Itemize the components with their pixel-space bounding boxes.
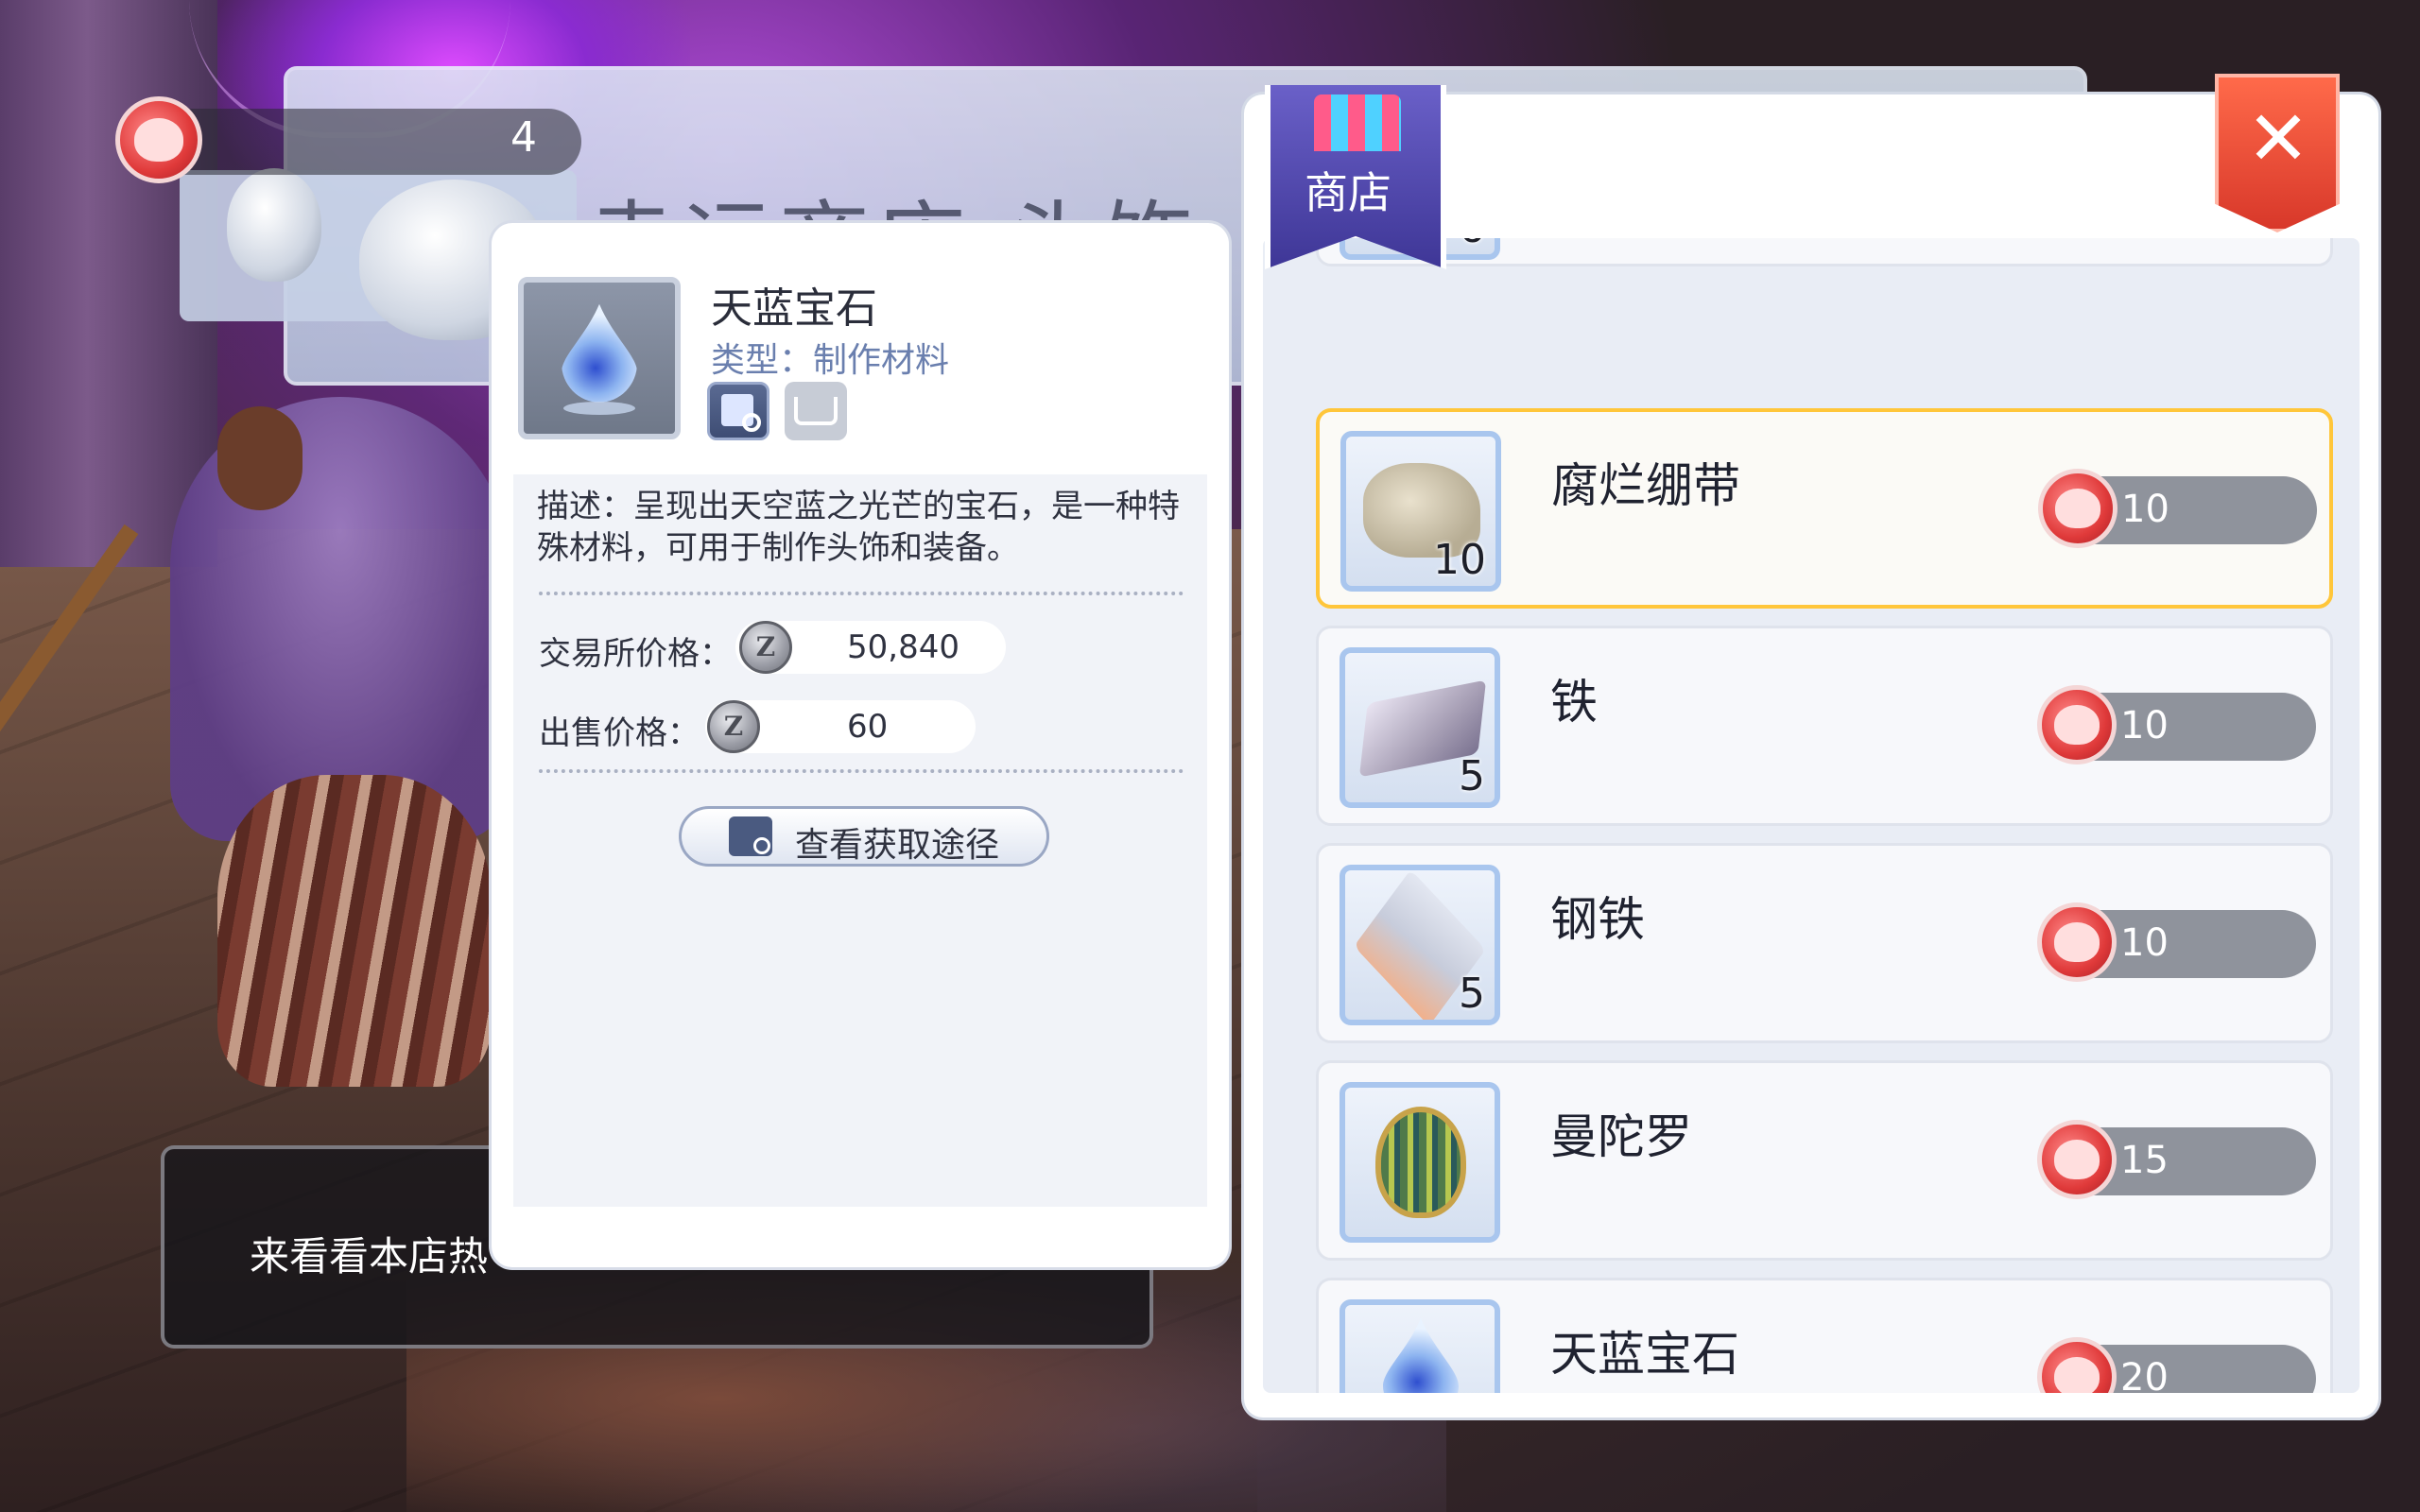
sky-blue-gem-icon: [518, 277, 681, 439]
item-price: 10: [2120, 921, 2169, 965]
shop-item-rotten-bandage[interactable]: 10 腐烂绷带 10: [1316, 408, 2333, 609]
shop-tag-label: 商店: [1305, 167, 1392, 218]
divider: [539, 769, 1184, 773]
zeny-icon: [739, 621, 792, 674]
poring-coin-icon: [2037, 1120, 2117, 1199]
player-character-fur: [217, 775, 492, 1087]
item-price: 20: [2120, 1356, 2169, 1393]
item-price: 10: [2120, 704, 2169, 747]
list-item[interactable]: 6: [1316, 238, 2333, 266]
exchange-price-value: 50,840: [847, 628, 959, 666]
source-icon: [729, 816, 772, 856]
item-name: 曼陀罗: [1550, 1109, 1692, 1164]
item-description: 描述：呈现出天空蓝之光芒的宝石，是一种特殊材料，可用于制作头饰和装备。: [537, 488, 1180, 567]
poring-coin-icon: [115, 96, 202, 183]
shop-item-list[interactable]: 6 10 腐烂绷带 10 5 铁 10 5: [1263, 238, 2360, 1393]
shop-item-mandrake[interactable]: 曼陀罗 15: [1316, 1060, 2333, 1261]
item-name: 铁: [1550, 675, 1598, 730]
item-slot: [1340, 1299, 1500, 1393]
item-name: 天蓝宝石: [711, 284, 877, 333]
item-slot: 10: [1340, 431, 1501, 592]
currency-count: 4: [510, 113, 537, 162]
mandrake-icon: [1375, 1107, 1466, 1218]
item-name: 天蓝宝石: [1550, 1327, 1739, 1382]
item-type: 类型：制作材料: [711, 341, 950, 380]
item-quantity: 6: [1459, 238, 1485, 252]
pot-icon: [227, 168, 321, 282]
item-price: 10: [2121, 488, 2169, 531]
source-icon[interactable]: [707, 382, 769, 440]
shop-stall-icon: [1314, 94, 1401, 151]
poring-coin-icon: [2037, 902, 2117, 982]
sky-blue-gem-icon: [1383, 1318, 1459, 1393]
item-slot: [1340, 1082, 1500, 1243]
item-quantity: 10: [1433, 536, 1486, 584]
item-name: 腐烂绷带: [1551, 458, 1740, 513]
item-name: 钢铁: [1550, 892, 1645, 947]
shop-item-sky-blue-gem[interactable]: 天蓝宝石 20: [1316, 1278, 2333, 1393]
zeny-icon: [707, 700, 760, 753]
view-source-button-label: 查看获取途径: [795, 826, 1000, 865]
view-source-button[interactable]: 查看获取途径: [679, 806, 1049, 867]
player-character-head: [217, 406, 302, 510]
shop-item-steel[interactable]: 5 钢铁 10: [1316, 843, 2333, 1043]
item-slot: 5: [1340, 647, 1500, 808]
exchange-price-label: 交易所价格：: [539, 635, 732, 673]
stash-icon[interactable]: [785, 382, 847, 440]
sell-price-value: 60: [847, 708, 889, 746]
sell-price-label: 出售价格：: [539, 714, 700, 752]
close-icon[interactable]: ✕: [2240, 94, 2316, 182]
item-quantity: 5: [1459, 970, 1485, 1018]
npc-dialog-text: 来看看本店热: [250, 1233, 489, 1280]
poring-coin-icon: [2037, 685, 2117, 765]
item-slot: 5: [1340, 865, 1500, 1025]
shop-item-iron[interactable]: 5 铁 10: [1316, 626, 2333, 826]
item-price: 15: [2120, 1139, 2169, 1182]
divider: [539, 592, 1184, 595]
item-quantity: 5: [1459, 752, 1485, 800]
item-detail-popup: 天蓝宝石 类型：制作材料 描述：呈现出天空蓝之光芒的宝石，是一种特殊材料，可用于…: [492, 223, 1229, 1267]
shop-panel: 6 10 腐烂绷带 10 5 铁 10 5: [1244, 94, 2378, 1418]
poring-coin-icon: [2038, 469, 2118, 548]
